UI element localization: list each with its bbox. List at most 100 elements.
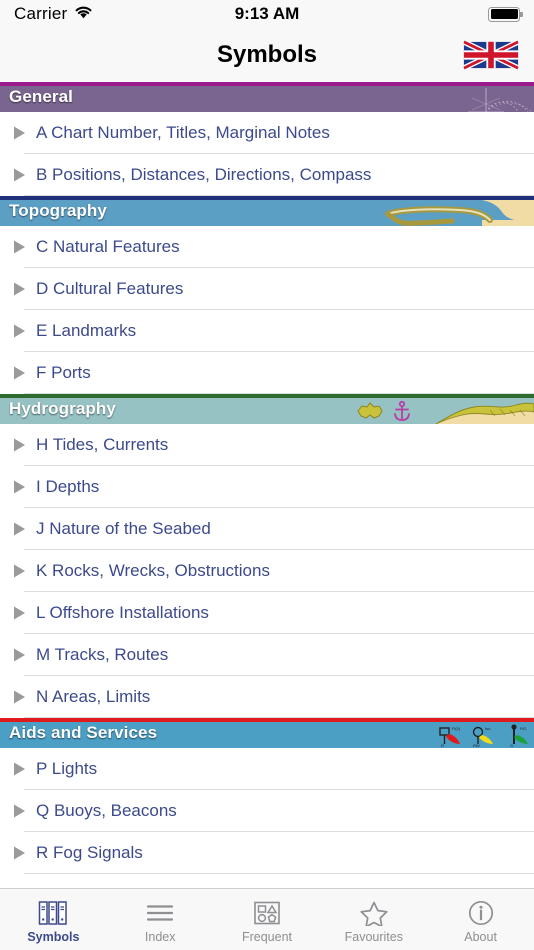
list-item-label: E Landmarks bbox=[36, 321, 137, 340]
disclosure-arrow bbox=[6, 125, 32, 141]
disclosure-arrow bbox=[6, 365, 32, 381]
binders-icon bbox=[38, 899, 68, 927]
tab-label: Symbols bbox=[27, 929, 80, 944]
tab-label: Favourites bbox=[344, 929, 403, 944]
disclosure-arrow bbox=[6, 647, 32, 663]
disclosure-arrow bbox=[6, 323, 32, 339]
tab-frequent[interactable]: Frequent bbox=[214, 889, 321, 950]
list-item[interactable]: K Rocks, Wrecks, Obstructions bbox=[0, 550, 534, 592]
disclosure-arrow bbox=[6, 845, 32, 861]
status-bar-left: Carrier bbox=[14, 4, 93, 24]
tab-symbols[interactable]: Symbols bbox=[0, 889, 107, 950]
tab-about[interactable]: About bbox=[427, 889, 534, 950]
disclosure-triangle-icon bbox=[13, 606, 25, 620]
buoys-lights-art: Fl(2) R Iso RW FlG G bbox=[430, 722, 534, 748]
section-header-hydrography: Hydrography bbox=[0, 394, 534, 424]
disclosure-arrow bbox=[6, 803, 32, 819]
section-header-general: General bbox=[0, 82, 534, 112]
compass-rose-art bbox=[438, 86, 534, 112]
coastline-art bbox=[364, 200, 534, 226]
weed-symbol bbox=[357, 402, 383, 419]
list-item-label: N Areas, Limits bbox=[36, 687, 151, 706]
disclosure-arrow bbox=[6, 563, 32, 579]
union-jack-svg bbox=[463, 40, 519, 70]
list-item[interactable]: B Positions, Distances, Directions, Comp… bbox=[0, 154, 534, 196]
light-symbol-yellow: Iso RW bbox=[472, 726, 493, 748]
svg-text:Fl(2): Fl(2) bbox=[452, 726, 461, 731]
tab-favourites[interactable]: Favourites bbox=[320, 889, 427, 950]
section-title: General bbox=[9, 87, 74, 106]
disclosure-triangle-icon bbox=[13, 564, 25, 578]
buoys-lights-art: Fl(2) R Iso RW FlG G bbox=[439, 724, 528, 748]
disclosure-triangle-icon bbox=[13, 282, 25, 296]
disclosure-arrow bbox=[6, 239, 32, 255]
union-jack-flag-icon[interactable] bbox=[462, 38, 520, 72]
list-item-label: R Fog Signals bbox=[36, 843, 143, 862]
shapes-grid-icon bbox=[252, 899, 282, 927]
list-item-label: C Natural Features bbox=[36, 237, 180, 256]
tab-index[interactable]: Index bbox=[107, 889, 214, 950]
list-item[interactable]: H Tides, Currents bbox=[0, 424, 534, 466]
list-item[interactable]: I Depths bbox=[0, 466, 534, 508]
tab-label: Frequent bbox=[241, 929, 292, 944]
app-root: Carrier 9:13 AM Symbols General A Chart … bbox=[0, 0, 534, 950]
disclosure-triangle-icon bbox=[13, 846, 25, 860]
list-item[interactable]: E Landmarks bbox=[0, 310, 534, 352]
navigation-bar: Symbols bbox=[0, 28, 534, 82]
tab-label: Index bbox=[144, 929, 176, 944]
list-item-label: F Ports bbox=[36, 363, 91, 382]
list-item[interactable]: R Fog Signals bbox=[0, 832, 534, 874]
list-item-label: L Offshore Installations bbox=[36, 603, 209, 622]
list-item-label: M Tracks, Routes bbox=[36, 645, 169, 664]
symbols-list[interactable]: General A Chart Number, Titles, Marginal… bbox=[0, 82, 534, 888]
list-item[interactable]: J Nature of the Seabed bbox=[0, 508, 534, 550]
svg-text:Iso: Iso bbox=[485, 726, 491, 731]
list-item-label: A Chart Number, Titles, Marginal Notes bbox=[36, 123, 330, 142]
info-circle-icon bbox=[466, 899, 496, 927]
disclosure-triangle-icon bbox=[13, 690, 25, 704]
disclosure-triangle-icon bbox=[13, 240, 25, 254]
disclosure-triangle-icon bbox=[13, 438, 25, 452]
wifi-icon bbox=[74, 5, 93, 24]
disclosure-arrow bbox=[6, 437, 32, 453]
list-item-label: Q Buoys, Beacons bbox=[36, 801, 177, 820]
list-item[interactable]: Q Buoys, Beacons bbox=[0, 790, 534, 832]
carrier-label: Carrier bbox=[14, 4, 68, 23]
section-title: Topography bbox=[9, 201, 107, 220]
section-top-border bbox=[0, 196, 534, 200]
list-item[interactable]: N Areas, Limits bbox=[0, 676, 534, 718]
status-bar-right bbox=[488, 6, 523, 22]
list-item[interactable]: D Cultural Features bbox=[0, 268, 534, 310]
light-symbol-green: FlG G bbox=[510, 724, 528, 748]
disclosure-triangle-icon bbox=[13, 168, 25, 182]
section-top-border bbox=[0, 82, 534, 86]
list-item[interactable]: C Natural Features bbox=[0, 226, 534, 268]
list-item-label: B Positions, Distances, Directions, Comp… bbox=[36, 165, 372, 184]
list-item-label: J Nature of the Seabed bbox=[36, 519, 211, 538]
list-lines-icon bbox=[145, 899, 175, 927]
list-item[interactable]: P Lights bbox=[0, 748, 534, 790]
disclosure-arrow bbox=[6, 167, 32, 183]
disclosure-triangle-icon bbox=[13, 324, 25, 338]
disclosure-triangle-icon bbox=[13, 480, 25, 494]
list-item-label: K Rocks, Wrecks, Obstructions bbox=[36, 561, 270, 580]
section-top-border bbox=[0, 718, 534, 722]
disclosure-arrow bbox=[6, 761, 32, 777]
tab-bar: Symbols Index Frequent Favourites About bbox=[0, 888, 534, 950]
disclosure-triangle-icon bbox=[13, 804, 25, 818]
page-title: Symbols bbox=[216, 41, 318, 68]
section-title: Aids and Services bbox=[9, 723, 158, 742]
list-item[interactable]: A Chart Number, Titles, Marginal Notes bbox=[0, 112, 534, 154]
section-top-border bbox=[0, 394, 534, 398]
status-bar: Carrier 9:13 AM bbox=[0, 0, 534, 28]
disclosure-triangle-icon bbox=[13, 648, 25, 662]
list-item[interactable]: F Ports bbox=[0, 352, 534, 394]
section-header-aids-and-services: Fl(2) R Iso RW FlG G Aids and Services bbox=[0, 718, 534, 748]
star-icon bbox=[359, 899, 389, 927]
disclosure-arrow bbox=[6, 521, 32, 537]
list-item-label: D Cultural Features bbox=[36, 279, 184, 298]
section-header-topography: Topography bbox=[0, 196, 534, 226]
list-item[interactable]: M Tracks, Routes bbox=[0, 634, 534, 676]
list-item[interactable]: L Offshore Installations bbox=[0, 592, 534, 634]
light-symbol-red: Fl(2) R bbox=[439, 726, 461, 748]
